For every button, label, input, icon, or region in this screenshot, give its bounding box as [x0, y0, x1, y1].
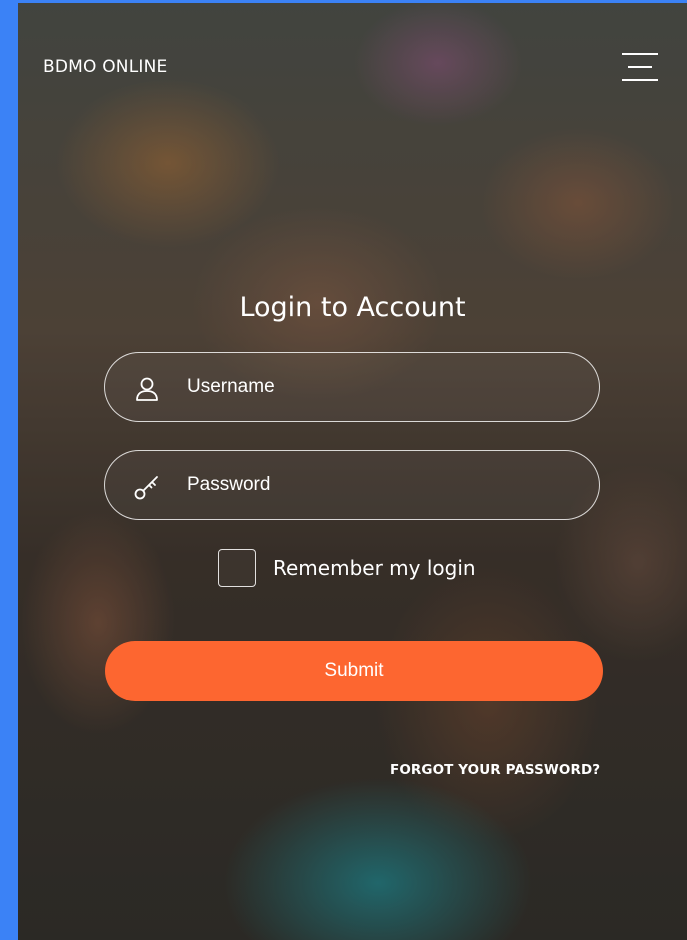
username-input[interactable] [187, 369, 567, 405]
key-icon [134, 476, 158, 500]
remember-login-row: Remember my login [218, 548, 476, 588]
remember-login-checkbox[interactable] [218, 549, 256, 587]
forgot-password-link[interactable]: FORGOT YOUR PASSWORD? [390, 762, 600, 778]
user-icon [136, 377, 158, 401]
hamburger-menu-icon [622, 53, 658, 55]
username-field-container [104, 352, 600, 422]
hamburger-menu-icon-bottom [622, 79, 658, 81]
page-title: Login to Account [239, 292, 466, 323]
remember-login-label[interactable]: Remember my login [273, 556, 476, 580]
login-screen: BDMO ONLINE Login to Account Remember my… [18, 3, 687, 940]
brand-logo-text[interactable]: BDMO ONLINE [43, 57, 167, 77]
submit-button[interactable]: Submit [105, 641, 603, 701]
menu-button[interactable] [622, 53, 658, 83]
hamburger-menu-icon-middle [628, 66, 652, 68]
password-field-container [104, 450, 600, 520]
password-input[interactable] [187, 467, 567, 503]
